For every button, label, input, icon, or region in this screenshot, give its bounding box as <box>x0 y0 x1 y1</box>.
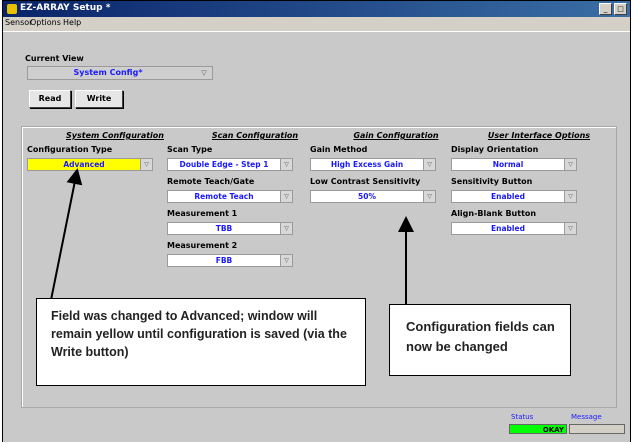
right-annotation-callout: Configuration fields can now be changed <box>389 304 571 376</box>
right-annotation-text: Configuration fields can now be changed <box>406 319 555 354</box>
left-annotation-text: Field was changed to Advanced; window wi… <box>51 309 347 359</box>
left-annotation-callout: Field was changed to Advanced; window wi… <box>36 298 366 386</box>
left-annotation-arrow <box>50 168 83 301</box>
